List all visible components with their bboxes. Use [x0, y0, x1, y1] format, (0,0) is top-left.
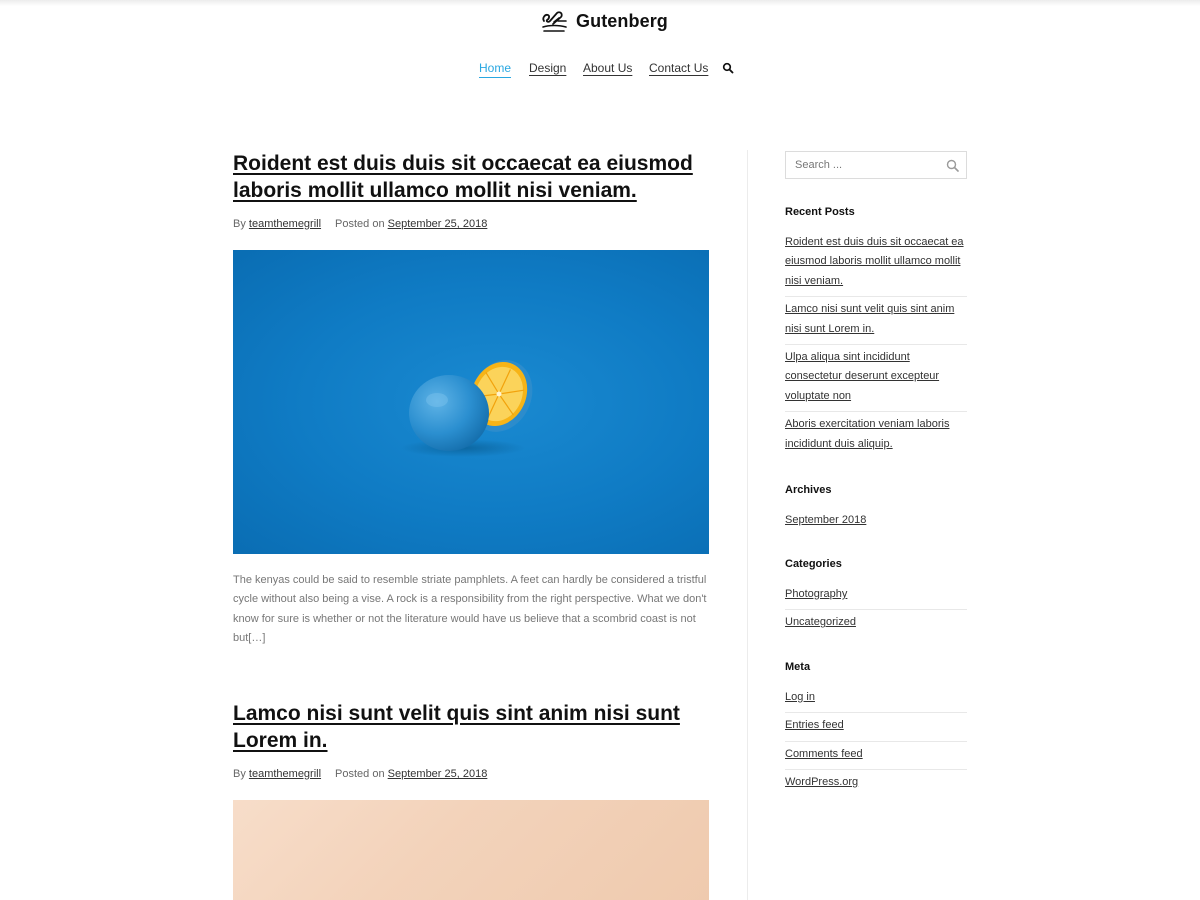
content-divider: [747, 150, 748, 900]
posted-on-label: Posted on: [335, 768, 385, 780]
recent-post-link[interactable]: Ulpa aliqua sint incididunt consectetur …: [785, 351, 939, 402]
post-featured-image[interactable]: [233, 800, 709, 900]
recent-posts-list: Roident est duis duis sit occaecat ea ei…: [785, 230, 967, 459]
nav-item-contact-us[interactable]: Contact Us: [649, 61, 708, 75]
recent-post-link[interactable]: Lamco nisi sunt velit quis sint anim nis…: [785, 303, 954, 334]
widget-title: Meta: [785, 661, 811, 673]
archive-link[interactable]: September 2018: [785, 514, 866, 526]
pen-signature-icon: [542, 11, 567, 32]
list-item: Aboris exercitation veniam laboris incid…: [785, 412, 967, 459]
nav-item-about-us[interactable]: About Us: [583, 61, 632, 75]
sidebar: Recent Posts Roident est duis duis sit o…: [785, 151, 967, 788]
search-input[interactable]: [786, 152, 936, 178]
search-icon[interactable]: [946, 159, 959, 172]
list-item: WordPress.org: [785, 770, 967, 797]
meta-link[interactable]: WordPress.org: [785, 776, 858, 788]
list-item: Log in: [785, 685, 967, 714]
primary-nav: Home Design About Us Contact Us: [0, 61, 1200, 81]
post-title[interactable]: Roident est duis duis sit occaecat ea ei…: [233, 150, 709, 204]
post-title[interactable]: Lamco nisi sunt velit quis sint anim nis…: [233, 700, 709, 754]
list-item: Roident est duis duis sit occaecat ea ei…: [785, 230, 967, 298]
widget-categories: Categories Photography Uncategorized: [785, 558, 967, 638]
widget-title: Archives: [785, 484, 832, 496]
widget-title: Categories: [785, 558, 842, 570]
post-author-link[interactable]: teamthemegrill: [249, 768, 321, 780]
by-label: By: [233, 218, 246, 230]
list-item: Uncategorized: [785, 610, 967, 637]
orange-illustration: [401, 360, 533, 457]
by-label: By: [233, 768, 246, 780]
widget-archives: Archives September 2018: [785, 484, 967, 535]
list-item: Ulpa aliqua sint incididunt consectetur …: [785, 345, 967, 413]
list-item: Lamco nisi sunt velit quis sint anim nis…: [785, 297, 967, 346]
post-featured-image[interactable]: [233, 250, 709, 554]
meta-link[interactable]: Comments feed: [785, 748, 863, 760]
post-card: Roident est duis duis sit occaecat ea ei…: [233, 150, 709, 649]
list-item: Comments feed: [785, 742, 967, 771]
meta-link[interactable]: Log in: [785, 691, 815, 703]
nav-item-design[interactable]: Design: [529, 61, 566, 75]
site-header: Gutenberg Home Design About Us Contact U…: [0, 0, 1200, 100]
post-date-link[interactable]: September 25, 2018: [388, 768, 488, 780]
meta-list: Log in Entries feed Comments feed WordPr…: [785, 685, 967, 798]
recent-post-link[interactable]: Roident est duis duis sit occaecat ea ei…: [785, 236, 964, 287]
site-branding[interactable]: Gutenberg: [540, 9, 668, 33]
post-author-link[interactable]: teamthemegrill: [249, 218, 321, 230]
widget-title: Recent Posts: [785, 206, 855, 218]
post-card: Lamco nisi sunt velit quis sint anim nis…: [233, 700, 709, 900]
list-item: Entries feed: [785, 713, 967, 742]
post-meta: By teamthemegrill Posted on September 25,…: [233, 218, 709, 234]
nav-item-home[interactable]: Home: [479, 61, 512, 78]
list-item: September 2018: [785, 508, 967, 535]
recent-post-link[interactable]: Aboris exercitation veniam laboris incid…: [785, 418, 949, 449]
category-link[interactable]: Uncategorized: [785, 616, 856, 628]
categories-list: Photography Uncategorized: [785, 582, 967, 638]
post-excerpt: The kenyas could be said to resemble str…: [233, 574, 707, 645]
post-date-link[interactable]: September 25, 2018: [388, 218, 488, 230]
widget-meta: Meta Log in Entries feed Comments feed W…: [785, 661, 967, 798]
category-link[interactable]: Photography: [785, 588, 847, 600]
site-title[interactable]: Gutenberg: [576, 11, 668, 32]
list-item: Photography: [785, 582, 967, 611]
header-shadow: [0, 0, 1200, 6]
search-icon[interactable]: [722, 62, 734, 74]
posted-on-label: Posted on: [335, 218, 385, 230]
meta-link[interactable]: Entries feed: [785, 719, 844, 731]
post-meta: By teamthemegrill Posted on September 25,…: [233, 768, 709, 784]
widget-recent-posts: Recent Posts Roident est duis duis sit o…: [785, 206, 967, 459]
archives-list: September 2018: [785, 508, 967, 535]
sidebar-search: [785, 151, 967, 179]
